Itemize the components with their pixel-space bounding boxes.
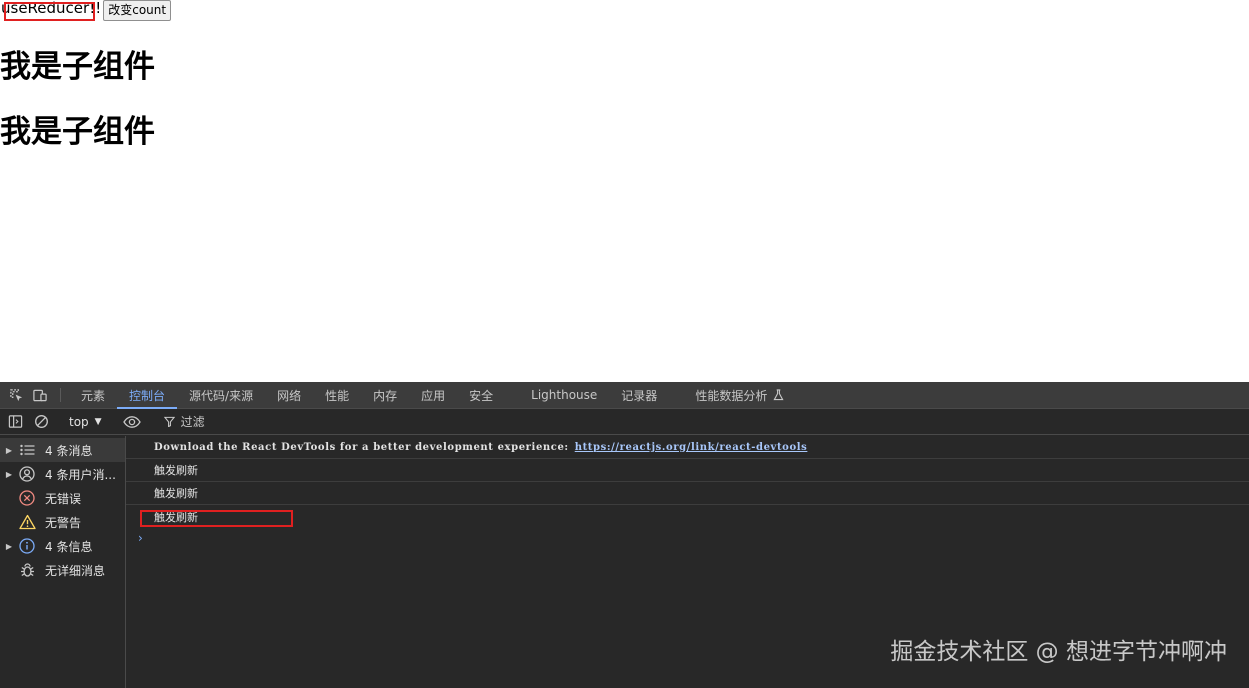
bug-icon [18,561,36,579]
console-message: 触发刷新 [126,459,1249,482]
tabbar-divider [60,388,61,402]
console-message-text: Download the React DevTools for a better… [154,441,569,453]
sidebar-item-messages[interactable]: ▶ 4 条消息 [0,438,125,462]
context-select[interactable]: top ▼ [63,415,110,429]
console-message: 触发刷新 [154,510,198,524]
child-heading: 我是子组件 [0,49,155,85]
change-count-button[interactable]: 改变count [103,0,172,21]
expand-arrow-icon[interactable]: ▶ [0,542,18,551]
tab-elements[interactable]: 元素 [69,382,117,408]
react-devtools-link[interactable]: https://reactjs.org/link/react-devtools [575,442,808,453]
console-prompt[interactable]: › [126,528,1249,548]
sidebar-item-verbose[interactable]: 无详细消息 [0,558,125,582]
tab-recorder[interactable]: 记录器 [609,382,669,408]
tab-performance-insights-label: 性能数据分析 [695,388,768,403]
sidebar-item-warnings[interactable]: 无警告 [0,510,125,534]
expand-arrow-icon[interactable]: ▶ [0,446,18,455]
sidebar-item-user-messages[interactable]: ▶ 4 条用户消... [0,462,125,486]
sidebar-item-label: 4 条消息 [45,443,93,458]
sidebar-item-label: 无详细消息 [45,563,106,578]
watermark: 掘金技术社区 @ 想进字节冲啊冲 [890,639,1227,665]
caret-down-icon: ▼ [94,416,102,427]
device-toolbar-icon[interactable] [28,382,52,408]
reducer-text: useReducer!! [1,0,102,17]
tab-memory[interactable]: 内存 [361,382,409,408]
filter-placeholder: 过滤 [180,415,205,429]
sidebar-item-label: 4 条信息 [45,539,93,554]
sidebar-item-info[interactable]: ▶ 4 条信息 [0,534,125,558]
page-viewport: useReducer!! 改变count 我是子组件 我是子组件 [0,0,1249,382]
expand-arrow-icon[interactable]: ▶ [0,470,18,479]
sidebar-item-label: 无错误 [45,491,82,506]
info-icon [18,537,36,555]
tab-application[interactable]: 应用 [409,382,457,408]
devtools-tabbar: 元素 控制台 源代码/来源 网络 性能 内存 应用 安全 Lighthouse … [0,382,1249,409]
tab-lighthouse[interactable]: Lighthouse [519,382,609,408]
filter-icon [163,416,175,427]
sidebar-item-label: 无警告 [45,515,82,530]
flask-icon [773,389,784,401]
warning-icon [18,513,36,531]
tab-security[interactable]: 安全 [457,382,505,408]
tab-console[interactable]: 控制台 [117,382,178,409]
console-message: Download the React DevTools for a better… [126,436,1249,459]
sidebar-item-label: 4 条用户消... [45,467,116,482]
clear-console-icon[interactable] [28,409,54,435]
context-select-value: top [69,414,89,429]
sidebar-item-errors[interactable]: 无错误 [0,486,125,510]
error-icon [18,489,36,507]
tab-sources[interactable]: 源代码/来源 [177,382,265,408]
top-line: useReducer!! 改变count [0,0,172,22]
live-expression-eye-icon[interactable] [119,409,145,435]
list-icon [18,441,36,459]
sidebar-toggle-icon[interactable] [2,409,28,435]
filter-input[interactable]: 过滤 [154,413,205,430]
console-message: 触发刷新 [126,482,1249,505]
tab-performance-insights[interactable]: 性能数据分析 [683,382,796,408]
devtools-panel: 元素 控制台 源代码/来源 网络 性能 内存 应用 安全 Lighthouse … [0,382,1249,688]
tab-performance[interactable]: 性能 [313,382,361,408]
prompt-chevron-icon: › [138,531,143,545]
console-sidebar: ▶ 4 条消息 ▶ 4 条用户消... 无错误 无警告 ▶ 4 条信息 无详细消… [0,436,126,688]
console-toolbar: top ▼ 过滤 [0,409,1249,435]
inspect-element-icon[interactable] [4,382,28,408]
user-icon [18,465,36,483]
tab-network[interactable]: 网络 [265,382,313,408]
child-heading: 我是子组件 [0,114,155,150]
